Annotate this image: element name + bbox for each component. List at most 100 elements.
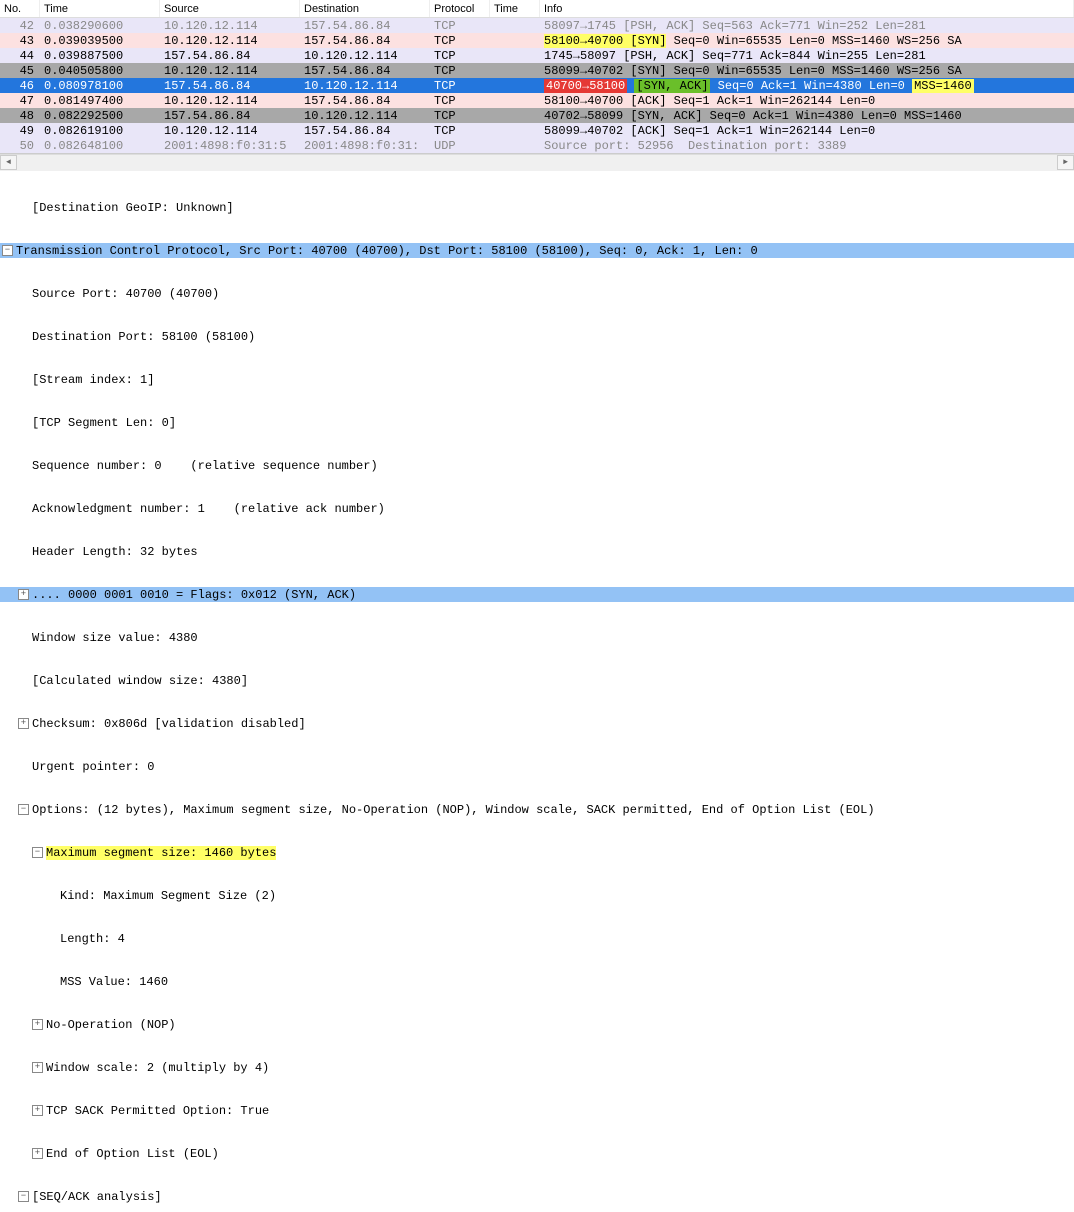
- packet-cell: 46: [0, 79, 40, 93]
- detail-line[interactable]: Acknowledgment number: 1 (relative ack n…: [0, 501, 1074, 516]
- packet-cell: 0.040505800: [40, 64, 160, 78]
- detail-line[interactable]: Destination Port: 58100 (58100): [0, 329, 1074, 344]
- packet-cell: 10.120.12.114: [300, 79, 430, 93]
- collapse-icon[interactable]: −: [18, 1191, 29, 1202]
- packet-cell: TCP: [430, 34, 490, 48]
- expand-icon[interactable]: +: [32, 1105, 43, 1116]
- packet-cell: 10.120.12.114: [160, 124, 300, 138]
- packet-cell: 10.120.12.114: [160, 34, 300, 48]
- packet-cell: 157.54.86.84: [300, 94, 430, 108]
- detail-eol[interactable]: +End of Option List (EOL): [0, 1146, 1074, 1161]
- detail-line[interactable]: [Stream index: 1]: [0, 372, 1074, 387]
- packet-cell: 157.54.86.84: [160, 49, 300, 63]
- packet-cell: 1745→58097 [PSH, ACK] Seq=771 Ack=844 Wi…: [540, 49, 1074, 63]
- expand-icon[interactable]: +: [18, 589, 29, 600]
- packet-cell: 42: [0, 19, 40, 33]
- detail-checksum[interactable]: +Checksum: 0x806d [validation disabled]: [0, 716, 1074, 731]
- packet-row[interactable]: 470.08149740010.120.12.114157.54.86.84TC…: [0, 93, 1074, 108]
- packet-cell: 2001:4898:f0:31:: [300, 139, 430, 153]
- detail-nop[interactable]: +No-Operation (NOP): [0, 1017, 1074, 1032]
- packet-cell: TCP: [430, 109, 490, 123]
- packet-cell: 10.120.12.114: [160, 19, 300, 33]
- col-header-destination[interactable]: Destination: [300, 0, 430, 17]
- collapse-icon[interactable]: −: [32, 847, 43, 858]
- packet-row[interactable]: 450.04050580010.120.12.114157.54.86.84TC…: [0, 63, 1074, 78]
- packet-row[interactable]: 460.080978100157.54.86.8410.120.12.114TC…: [0, 78, 1074, 93]
- detail-line[interactable]: MSS Value: 1460: [0, 974, 1074, 989]
- packet-cell: 0.080978100: [40, 79, 160, 93]
- detail-line[interactable]: [Destination GeoIP: Unknown]: [0, 200, 1074, 215]
- packet-cell: 0.081497400: [40, 94, 160, 108]
- packet-cell: 48: [0, 109, 40, 123]
- packet-cell: 58099→40702 [SYN] Seq=0 Win=65535 Len=0 …: [540, 64, 1074, 78]
- packet-cell: 157.54.86.84: [300, 64, 430, 78]
- detail-mss[interactable]: −Maximum segment size: 1460 bytes: [0, 845, 1074, 860]
- packet-row[interactable]: 500.0826481002001:4898:f0:31:52001:4898:…: [0, 138, 1074, 153]
- packet-cell: 0.082292500: [40, 109, 160, 123]
- packet-cell: 45: [0, 64, 40, 78]
- packet-cell: 49: [0, 124, 40, 138]
- detail-flags[interactable]: +.... 0000 0001 0010 = Flags: 0x012 (SYN…: [0, 587, 1074, 602]
- col-header-source[interactable]: Source: [160, 0, 300, 17]
- packet-cell: 40700→58100 [SYN, ACK] Seq=0 Ack=1 Win=4…: [540, 79, 1074, 93]
- detail-line[interactable]: [TCP Segment Len: 0]: [0, 415, 1074, 430]
- packet-cell: 50: [0, 139, 40, 153]
- packet-cell: 157.54.86.84: [300, 19, 430, 33]
- packet-cell: 44: [0, 49, 40, 63]
- detail-line[interactable]: Window size value: 4380: [0, 630, 1074, 645]
- packet-cell: 10.120.12.114: [160, 64, 300, 78]
- detail-line[interactable]: Urgent pointer: 0: [0, 759, 1074, 774]
- packet-cell: TCP: [430, 19, 490, 33]
- packet-cell: 58100→40700 [SYN] Seq=0 Win=65535 Len=0 …: [540, 34, 1074, 48]
- expand-icon[interactable]: +: [32, 1062, 43, 1073]
- scroll-right-button[interactable]: ►: [1057, 155, 1074, 170]
- packet-list-header: No. Time Source Destination Protocol Tim…: [0, 0, 1074, 18]
- scroll-left-button[interactable]: ◄: [0, 155, 17, 170]
- col-header-time[interactable]: Time: [40, 0, 160, 17]
- packet-list-pane: No. Time Source Destination Protocol Tim…: [0, 0, 1074, 154]
- packet-cell: 47: [0, 94, 40, 108]
- packet-cell: TCP: [430, 79, 490, 93]
- packet-row[interactable]: 440.039887500157.54.86.8410.120.12.114TC…: [0, 48, 1074, 63]
- expand-icon[interactable]: +: [18, 718, 29, 729]
- packet-list-hscroll[interactable]: ◄ ►: [0, 154, 1074, 171]
- packet-row[interactable]: 480.082292500157.54.86.8410.120.12.114TC…: [0, 108, 1074, 123]
- packet-cell: 0.039887500: [40, 49, 160, 63]
- detail-line[interactable]: Source Port: 40700 (40700): [0, 286, 1074, 301]
- packet-cell: 10.120.12.114: [300, 109, 430, 123]
- collapse-icon[interactable]: −: [18, 804, 29, 815]
- detail-wscale[interactable]: +Window scale: 2 (multiply by 4): [0, 1060, 1074, 1075]
- detail-tcp-header[interactable]: −Transmission Control Protocol, Src Port…: [0, 243, 1074, 258]
- packet-cell: 10.120.12.114: [300, 49, 430, 63]
- col-header-protocol[interactable]: Protocol: [430, 0, 490, 17]
- detail-line[interactable]: Header Length: 32 bytes: [0, 544, 1074, 559]
- packet-cell: TCP: [430, 49, 490, 63]
- col-header-info[interactable]: Info: [540, 0, 1074, 17]
- detail-sack[interactable]: +TCP SACK Permitted Option: True: [0, 1103, 1074, 1118]
- col-header-no[interactable]: No.: [0, 0, 40, 17]
- detail-options[interactable]: −Options: (12 bytes), Maximum segment si…: [0, 802, 1074, 817]
- packet-cell: TCP: [430, 124, 490, 138]
- packet-row[interactable]: 420.03829060010.120.12.114157.54.86.84TC…: [0, 18, 1074, 33]
- detail-line[interactable]: Length: 4: [0, 931, 1074, 946]
- detail-seqack[interactable]: −[SEQ/ACK analysis]: [0, 1189, 1074, 1204]
- packet-cell: 0.082648100: [40, 139, 160, 153]
- packet-cell: TCP: [430, 94, 490, 108]
- packet-row[interactable]: 430.03903950010.120.12.114157.54.86.84TC…: [0, 33, 1074, 48]
- expand-icon[interactable]: +: [32, 1019, 43, 1030]
- detail-line[interactable]: [Calculated window size: 4380]: [0, 673, 1074, 688]
- packet-cell: 0.038290600: [40, 19, 160, 33]
- packet-row[interactable]: 490.08261910010.120.12.114157.54.86.84TC…: [0, 123, 1074, 138]
- packet-cell: 58097→1745 [PSH, ACK] Seq=563 Ack=771 Wi…: [540, 19, 1074, 33]
- expand-icon[interactable]: +: [32, 1148, 43, 1159]
- detail-line[interactable]: Sequence number: 0 (relative sequence nu…: [0, 458, 1074, 473]
- packet-cell: 0.039039500: [40, 34, 160, 48]
- packet-cell: 58099→40702 [ACK] Seq=1 Ack=1 Win=262144…: [540, 124, 1074, 138]
- collapse-icon[interactable]: −: [2, 245, 13, 256]
- packet-detail-pane: [Destination GeoIP: Unknown] −Transmissi…: [0, 171, 1074, 1212]
- packet-cell: 157.54.86.84: [300, 124, 430, 138]
- packet-cell: 58100→40700 [ACK] Seq=1 Ack=1 Win=262144…: [540, 94, 1074, 108]
- detail-line[interactable]: Kind: Maximum Segment Size (2): [0, 888, 1074, 903]
- packet-cell: 2001:4898:f0:31:5: [160, 139, 300, 153]
- col-header-time2[interactable]: Time: [490, 0, 540, 17]
